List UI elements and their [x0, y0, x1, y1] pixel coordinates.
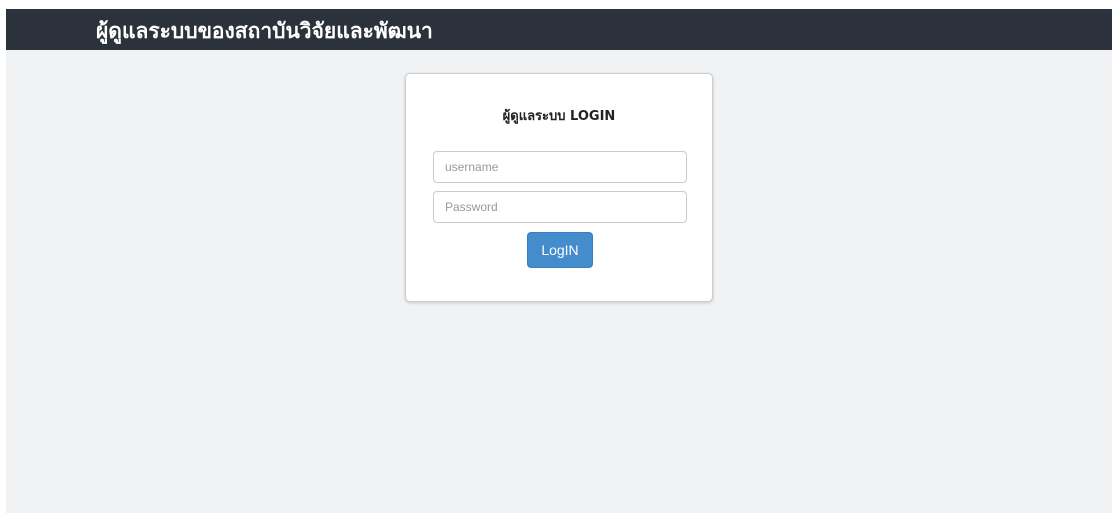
login-title: ผู้ดูแลระบบ LOGIN — [502, 109, 616, 124]
top-navbar: ผู้ดูแลระบบของสถาบันวิจัยและพัฒนา — [6, 9, 1112, 50]
username-input[interactable] — [433, 151, 687, 183]
login-panel: ผู้ดูแลระบบ LOGIN LogIN — [405, 73, 713, 302]
site-title: ผู้ดูแลระบบของสถาบันวิจัยและพัฒนา — [96, 19, 433, 43]
password-input[interactable] — [433, 191, 687, 223]
login-button[interactable]: LogIN — [527, 232, 593, 268]
page-viewport: ผู้ดูแลระบบของสถาบันวิจัยและพัฒนา ผู้ดูแ… — [6, 9, 1112, 513]
